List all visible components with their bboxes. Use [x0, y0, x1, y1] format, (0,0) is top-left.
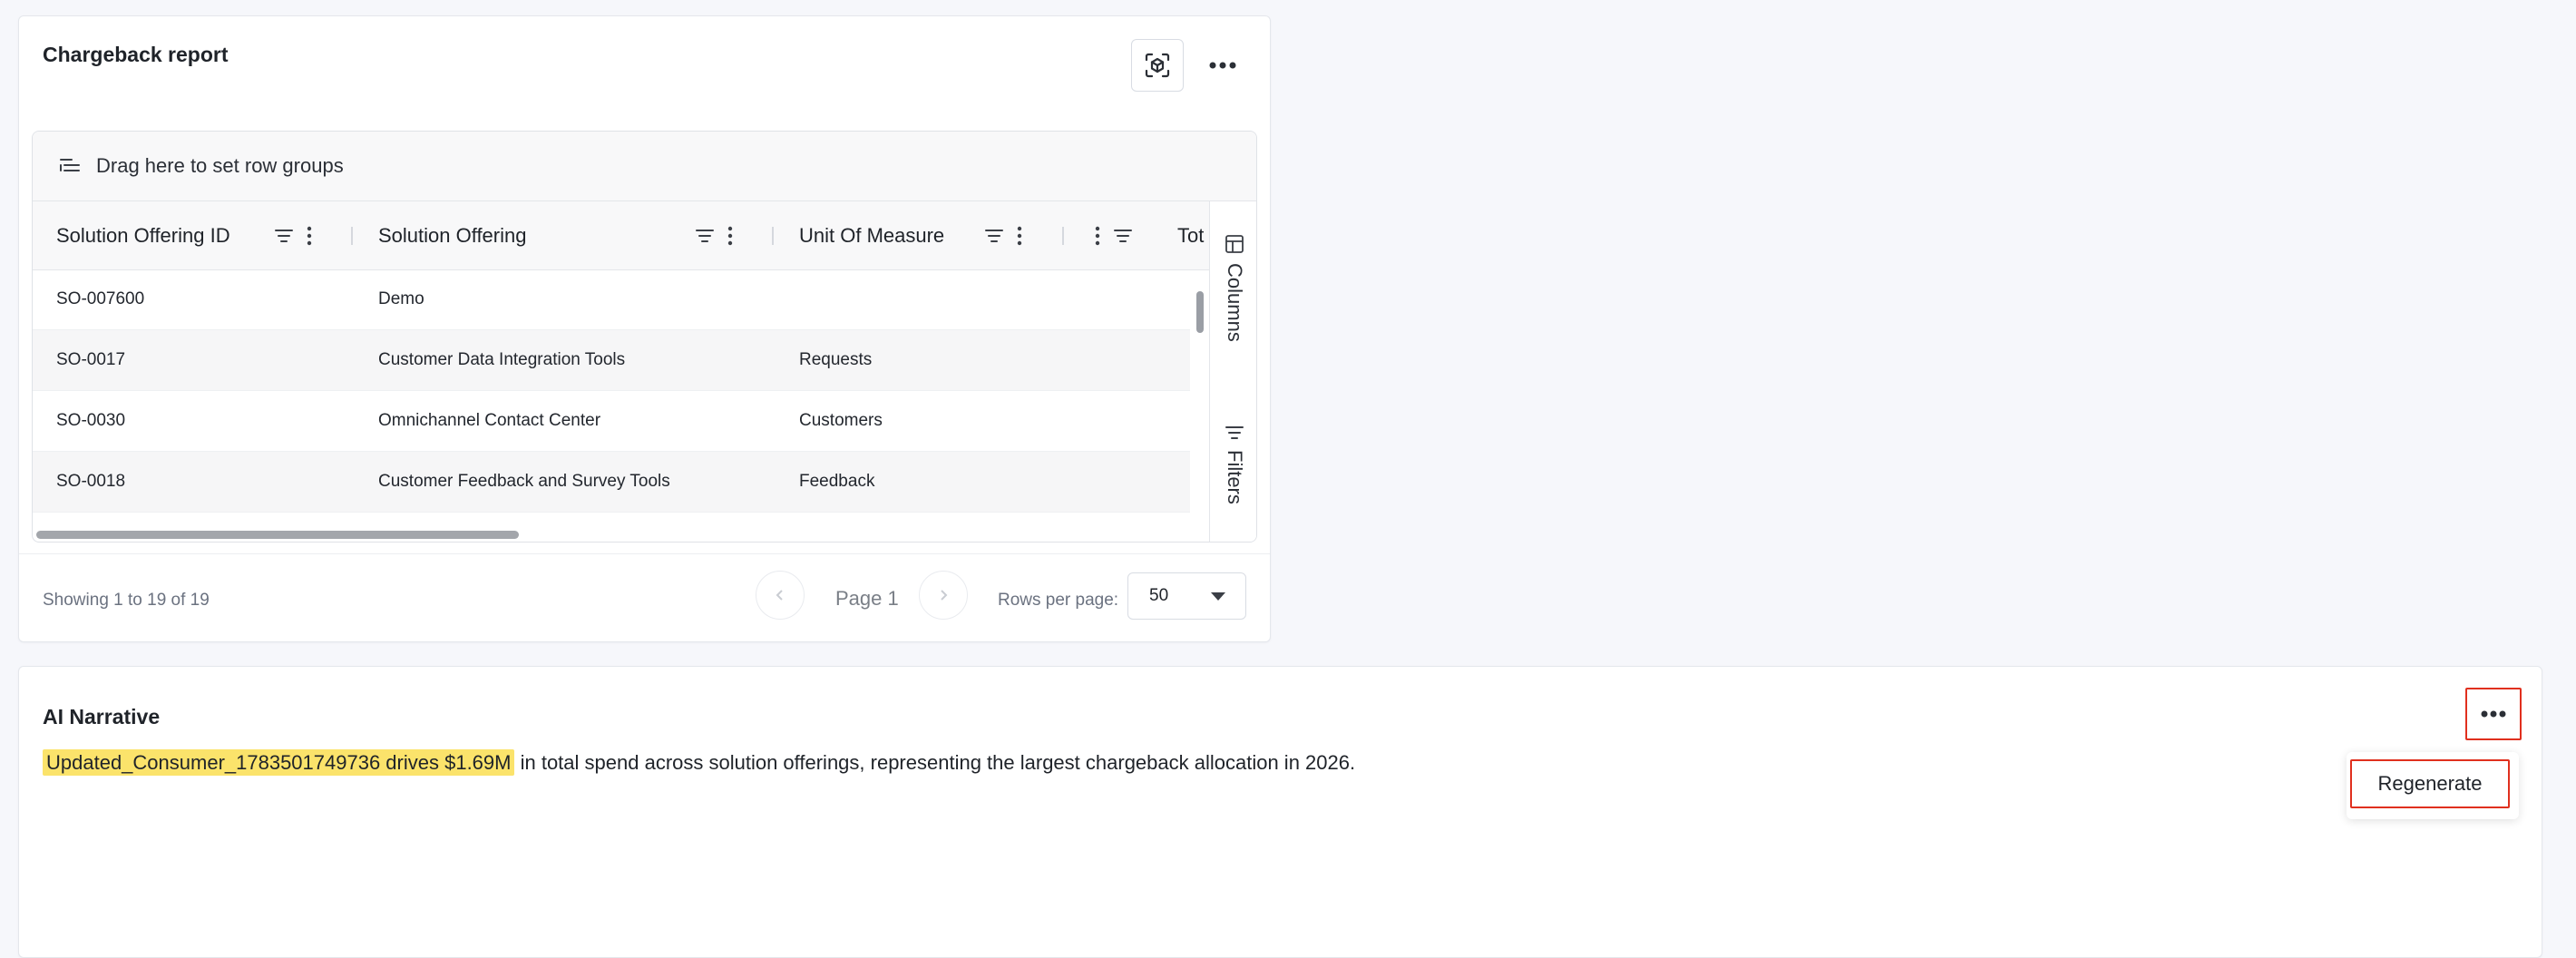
chargeback-report-card: Chargeback report Drag here to set row g…	[18, 15, 1271, 642]
column-resize-handle[interactable]	[1062, 227, 1064, 245]
cell-solution-offering-id: SO-0017	[56, 350, 126, 369]
data-grid: Drag here to set row groups Solution Off…	[32, 131, 1257, 543]
column-resize-handle[interactable]	[772, 227, 774, 245]
grid-tool-panel: Columns Filters	[1209, 201, 1256, 542]
grid-header-row: Solution Offering ID Solution Offering U…	[33, 201, 1209, 270]
column-resize-handle[interactable]	[351, 227, 353, 245]
cell-unit-of-measure: Requests	[799, 350, 873, 369]
chargeback-more-options-button[interactable]	[1196, 39, 1249, 92]
column-menu-icon[interactable]	[1095, 226, 1100, 246]
ai-narrative-card: AI Narrative Updated_Consumer_1783501749…	[18, 666, 2542, 958]
row-group-icon	[58, 154, 82, 178]
pagination-footer: Showing 1 to 19 of 19 Page 1 Rows per pa…	[19, 553, 1270, 642]
chevron-left-icon	[776, 590, 783, 601]
filter-icon	[1225, 426, 1244, 439]
columns-panel-tab[interactable]: Columns	[1210, 234, 1256, 342]
table-row[interactable]: SO-007600 Demo	[33, 269, 1190, 330]
filters-panel-tab[interactable]: Filters	[1210, 425, 1256, 504]
scan-cube-icon	[1145, 53, 1170, 78]
narrative-body: in total spend across solution offerings…	[514, 751, 1356, 774]
rows-per-page-label: Rows per page:	[998, 591, 1119, 610]
vertical-scrollbar-thumb[interactable]	[1196, 291, 1204, 333]
ai-narrative-more-options-button[interactable]	[2465, 688, 2522, 740]
filter-icon[interactable]	[695, 228, 715, 244]
ai-narrative-title: AI Narrative	[43, 705, 161, 728]
cell-unit-of-measure: Feedback	[799, 472, 875, 491]
cell-solution-offering: Omnichannel Contact Center	[378, 411, 601, 430]
ai-insight-button[interactable]	[1131, 39, 1184, 92]
column-menu-icon[interactable]	[307, 226, 312, 246]
more-horizontal-icon	[2481, 710, 2506, 718]
rows-per-page-select[interactable]: 50	[1127, 572, 1246, 620]
more-horizontal-icon	[1209, 62, 1236, 69]
table-row[interactable]: SO-0030 Omnichannel Contact Center Custo…	[33, 391, 1190, 452]
next-page-button[interactable]	[919, 571, 968, 620]
row-group-hint: Drag here to set row groups	[96, 154, 344, 177]
column-menu-icon[interactable]	[1017, 226, 1022, 246]
ai-narrative-options-menu: Regenerate	[2347, 752, 2519, 819]
table-row[interactable]: SO-0018 Customer Feedback and Survey Too…	[33, 452, 1190, 513]
filter-icon[interactable]	[1113, 228, 1133, 244]
table-row[interactable]: SO-0017 Customer Data Integration Tools …	[33, 330, 1190, 391]
cell-solution-offering: Customer Feedback and Survey Tools	[378, 472, 670, 491]
filter-icon[interactable]	[274, 228, 294, 244]
columns-icon	[1225, 235, 1244, 253]
cell-solution-offering-id: SO-007600	[56, 289, 145, 308]
filter-icon[interactable]	[984, 228, 1004, 244]
row-group-drop-zone[interactable]: Drag here to set row groups	[33, 132, 1256, 201]
chevron-right-icon	[941, 590, 948, 601]
cell-solution-offering: Customer Data Integration Tools	[378, 350, 626, 369]
regenerate-menu-item[interactable]: Regenerate	[2350, 759, 2510, 808]
chargeback-report-title: Chargeback report	[43, 43, 229, 66]
horizontal-scrollbar-thumb[interactable]	[36, 531, 519, 539]
cell-solution-offering-id: SO-0030	[56, 411, 126, 430]
cell-unit-of-measure: Customers	[799, 411, 883, 430]
current-page-label: Page 1	[835, 587, 899, 610]
column-header-solution-offering-id[interactable]: Solution Offering ID	[56, 201, 230, 269]
column-header-solution-offering[interactable]: Solution Offering	[378, 201, 526, 269]
ai-narrative-text: Updated_Consumer_1783501749736 drives $1…	[43, 749, 1356, 776]
cell-solution-offering-id: SO-0018	[56, 472, 126, 491]
cell-solution-offering: Demo	[378, 289, 424, 308]
narrative-highlight: Updated_Consumer_1783501749736 drives $1…	[43, 749, 515, 776]
column-menu-icon[interactable]	[727, 226, 733, 246]
previous-page-button[interactable]	[756, 571, 805, 620]
column-header-total[interactable]: Tot	[1177, 201, 1204, 269]
row-count-summary: Showing 1 to 19 of 19	[43, 591, 210, 610]
caret-down-icon	[1211, 592, 1225, 601]
column-header-unit-of-measure[interactable]: Unit Of Measure	[799, 201, 944, 269]
